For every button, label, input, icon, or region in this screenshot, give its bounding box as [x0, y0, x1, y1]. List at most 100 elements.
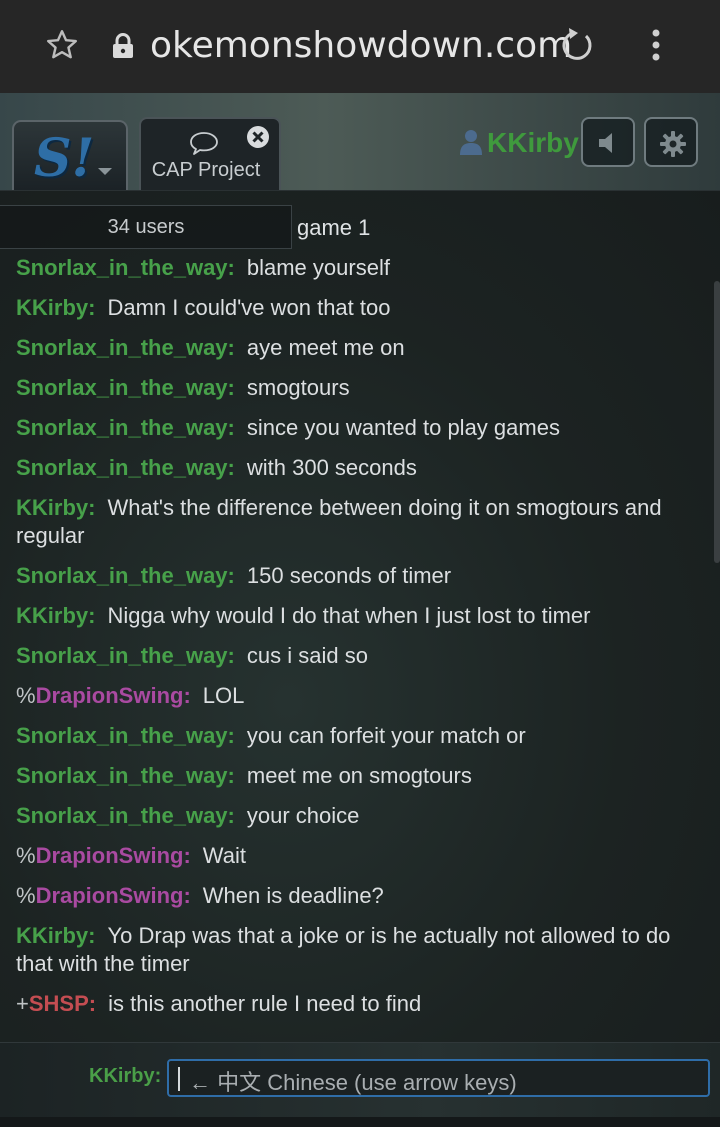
message-text: Damn I could've won that too [107, 295, 391, 320]
author-name: KKirby: [16, 295, 96, 320]
message-author[interactable]: %DrapionSwing: [16, 683, 191, 708]
chat-input[interactable]: ← 中文 Chinese (use arrow keys) [167, 1059, 710, 1097]
room-tab-label: CAP Project [151, 159, 261, 181]
message-text: with 300 seconds [246, 455, 417, 480]
author-name: Snorlax_in_the_way: [16, 763, 235, 788]
message-text: you can forfeit your match or [246, 723, 526, 748]
bookmark-star-icon[interactable] [44, 27, 80, 63]
url-text[interactable]: okemonshowdown.com [150, 25, 572, 66]
message-author[interactable]: Snorlax_in_the_way: [16, 723, 235, 748]
chat-message: %DrapionSwing: LOL [16, 682, 706, 710]
message-author[interactable]: %DrapionSwing: [16, 883, 191, 908]
message-author[interactable]: Snorlax_in_the_way: [16, 255, 235, 280]
userlist-count: 34 users [107, 216, 185, 238]
author-name: KKirby: [16, 603, 96, 628]
user-rank-symbol: % [16, 843, 36, 868]
chat-input-placeholder: ← 中文 Chinese (use arrow keys) [189, 1070, 517, 1095]
chat-message: KKirby: Yo Drap was that a joke or is he … [16, 922, 706, 978]
message-author[interactable]: Snorlax_in_the_way: [16, 455, 235, 480]
message-text: is this another rule I need to find [108, 991, 422, 1016]
message-author[interactable]: KKirby: [16, 603, 95, 628]
author-name: Snorlax_in_the_way: [16, 563, 235, 588]
message-list: Snorlax_in_the_way: blame yourself KKirby:… [16, 254, 706, 1030]
author-name: DrapionSwing: [35, 843, 191, 868]
author-name: KKirby: [16, 495, 96, 520]
message-text: LOL [202, 683, 245, 708]
chat-message: Snorlax_in_the_way: cus i said so [16, 642, 706, 670]
home-tab-logo[interactable]: S! [12, 120, 128, 190]
message-author[interactable]: Snorlax_in_the_way: [16, 803, 235, 828]
message-author[interactable]: Snorlax_in_the_way: [16, 643, 235, 668]
message-text: blame yourself [246, 255, 390, 280]
userlist-toggle[interactable]: 34 users [0, 205, 292, 249]
author-name: DrapionSwing: [35, 683, 191, 708]
message-text: your choice [246, 803, 360, 828]
author-name: Snorlax_in_the_way: [16, 255, 235, 280]
message-text: game 1 [297, 215, 371, 240]
chat-message: Snorlax_in_the_way: 150 seconds of timer [16, 562, 706, 590]
message-author[interactable]: Snorlax_in_the_way: [16, 763, 235, 788]
chat-message: Snorlax_in_the_way: blame yourself [16, 254, 706, 282]
chat-message: %DrapionSwing: When is deadline? [16, 882, 706, 910]
chat-message: Snorlax_in_the_way: since you wanted to p… [16, 414, 706, 442]
message-author[interactable]: KKirby: [16, 495, 95, 520]
chat-message: %DrapionSwing: Wait [16, 842, 706, 870]
message-text: Yo Drap was that a joke or is he actuall… [16, 923, 671, 976]
message-text: smogtours [246, 375, 350, 400]
author-name: SHSP: [28, 991, 97, 1016]
chat-message: Snorlax_in_the_way: you can forfeit your … [16, 722, 706, 750]
chat-log[interactable]: 34 users game 1 Snorlax_in_the_way: blame… [0, 190, 720, 1042]
user-icon [460, 130, 482, 155]
settings-button[interactable] [644, 117, 698, 167]
message-author[interactable]: Snorlax_in_the_way: [16, 415, 235, 440]
user-rank-symbol: % [16, 883, 36, 908]
author-name: KKirby: [16, 923, 96, 948]
user-rank-symbol: + [16, 991, 29, 1016]
chat-message: Snorlax_in_the_way: aye meet me on [16, 334, 706, 362]
message-text: aye meet me on [246, 335, 405, 360]
author-name: DrapionSwing: [35, 883, 191, 908]
lock-icon[interactable] [111, 33, 135, 59]
message-text: What's the difference between doing it o… [16, 495, 662, 548]
author-name: Snorlax_in_the_way: [16, 455, 235, 480]
chat-composer: KKirby: ← 中文 Chinese (use arrow keys) [0, 1042, 720, 1117]
author-name: Snorlax_in_the_way: [16, 723, 235, 748]
showdown-logo: S! [34, 128, 95, 189]
text-caret [178, 1067, 180, 1091]
gear-icon [660, 131, 686, 157]
reload-icon[interactable] [556, 26, 596, 66]
message-text: since you wanted to play games [246, 415, 560, 440]
author-name: Snorlax_in_the_way: [16, 643, 235, 668]
close-icon[interactable] [246, 125, 270, 149]
message-author[interactable]: Snorlax_in_the_way: [16, 375, 235, 400]
composer-username: KKirby: [89, 1065, 162, 1087]
chat-bubble-icon [190, 132, 218, 155]
chevron-down-icon [98, 168, 112, 175]
bottom-bar [0, 1117, 720, 1127]
app-header: S! CAP Project KKirby [0, 93, 720, 190]
username[interactable]: KKirby [487, 127, 579, 159]
chat-message: Snorlax_in_the_way: your choice [16, 802, 706, 830]
chat-scrollbar[interactable] [714, 281, 720, 563]
message-text: meet me on smogtours [246, 763, 472, 788]
author-name: Snorlax_in_the_way: [16, 375, 235, 400]
author-name: Snorlax_in_the_way: [16, 415, 235, 440]
message-author[interactable]: Snorlax_in_the_way: [16, 335, 235, 360]
browser-toolbar: okemonshowdown.com [0, 0, 720, 93]
author-name: Snorlax_in_the_way: [16, 803, 235, 828]
chat-message: KKirby: Damn I could've won that too [16, 294, 706, 322]
message-author[interactable]: KKirby: [16, 295, 95, 320]
message-author[interactable]: +SHSP: [16, 991, 96, 1016]
message-text: cus i said so [246, 643, 368, 668]
chat-message: KKirby: What's the difference between doi… [16, 494, 706, 550]
user-rank-symbol: % [16, 683, 36, 708]
chat-message: +SHSP: is this another rule I need to fin… [16, 990, 706, 1018]
message-author[interactable]: KKirby: [16, 923, 95, 948]
tab-cap-project[interactable]: CAP Project [139, 117, 281, 190]
more-vert-icon[interactable] [646, 28, 666, 64]
message-author[interactable]: Snorlax_in_the_way: [16, 563, 235, 588]
sound-button[interactable] [581, 117, 635, 167]
message-text: 150 seconds of timer [246, 563, 452, 588]
message-author[interactable]: %DrapionSwing: [16, 843, 191, 868]
message-text: When is deadline? [202, 883, 384, 908]
